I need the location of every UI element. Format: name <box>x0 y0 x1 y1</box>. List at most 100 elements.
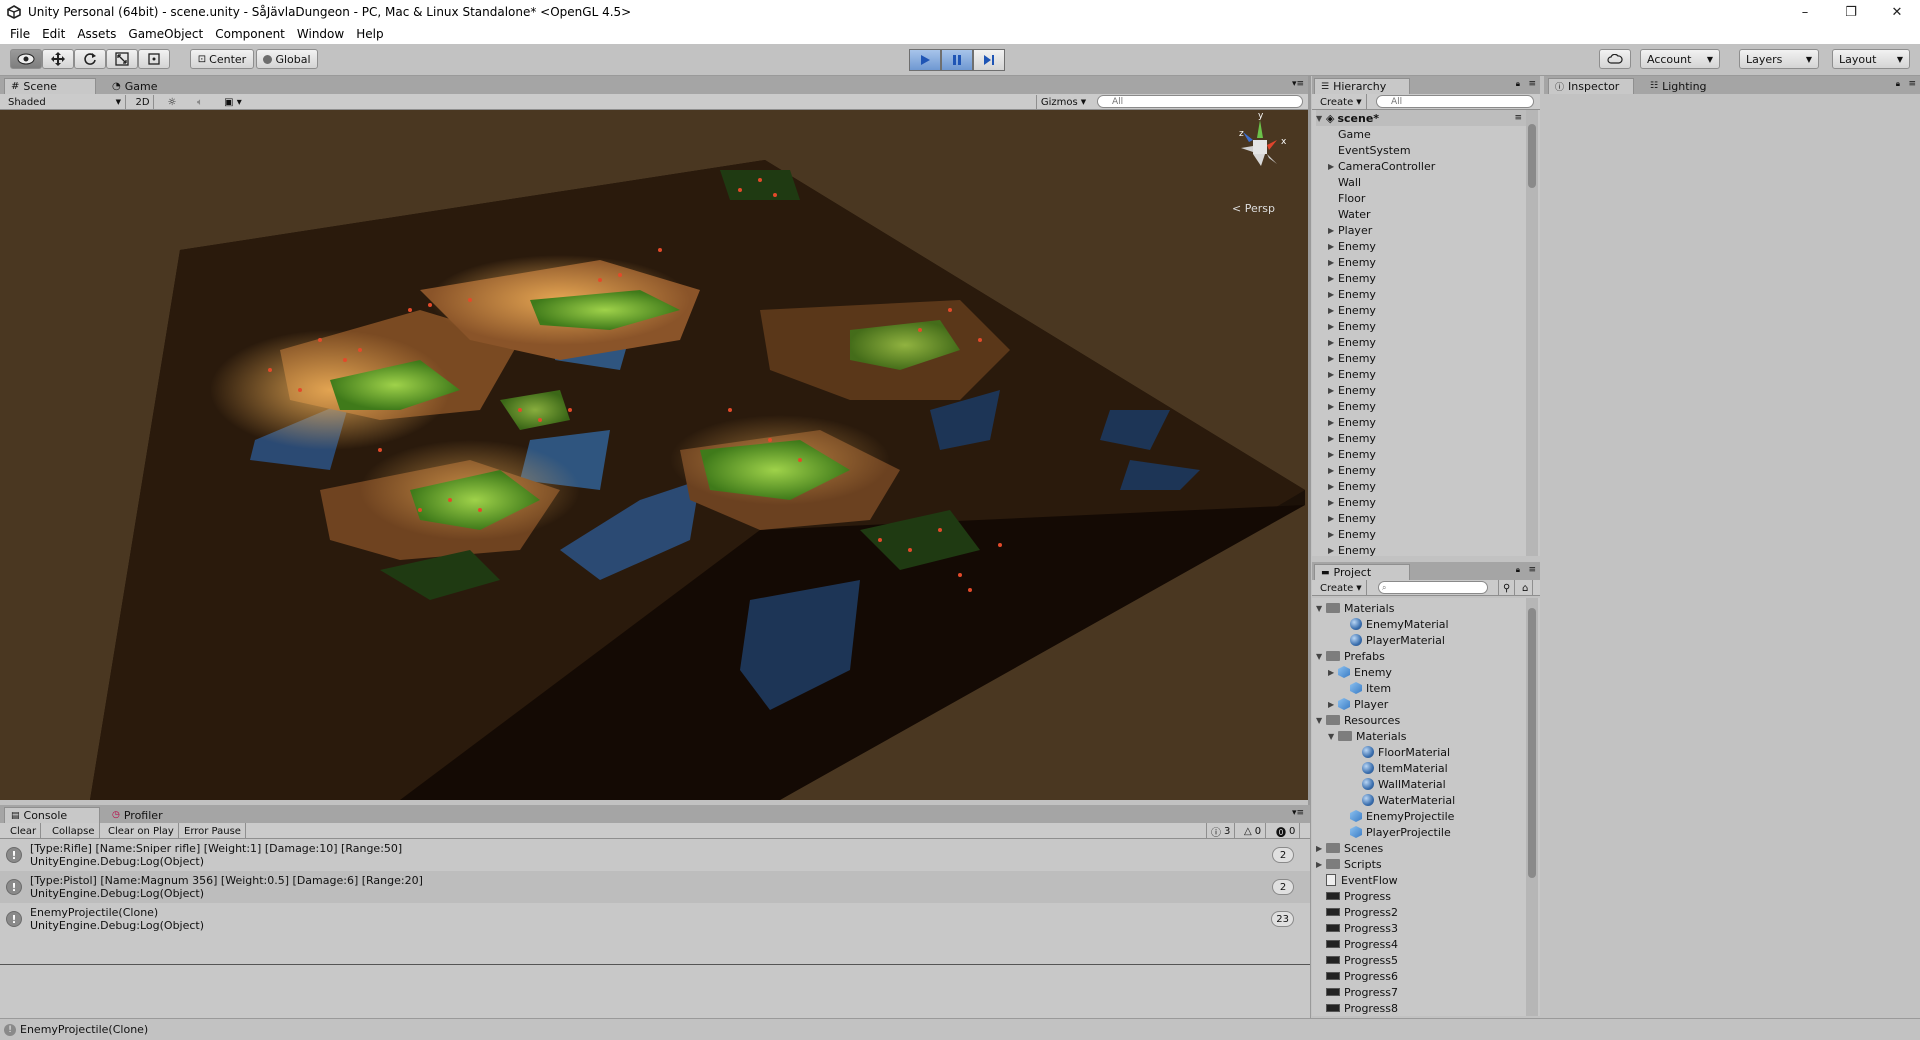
expand-arrow-icon[interactable]: ▼ <box>1316 604 1326 613</box>
expand-arrow-icon[interactable]: ▶ <box>1328 482 1338 491</box>
project-item[interactable]: ▼ Prefabs <box>1316 648 1385 664</box>
hierarchy-item[interactable]: ▶ Enemy <box>1328 430 1524 446</box>
collapse-button[interactable]: Collapse <box>48 823 100 839</box>
expand-arrow-icon[interactable]: ▶ <box>1328 258 1338 267</box>
menu-file[interactable]: File <box>4 27 36 41</box>
rotate-tool-button[interactable] <box>74 49 106 69</box>
step-button[interactable] <box>973 49 1005 71</box>
hierarchy-item[interactable]: ▶ Enemy <box>1328 286 1524 302</box>
hierarchy-item[interactable]: ▶ Enemy <box>1328 446 1524 462</box>
project-item[interactable]: EventFlow <box>1316 872 1398 888</box>
console-log-row[interactable]: ! [Type:Rifle] [Name:Sniper rifle] [Weig… <box>0 839 1310 871</box>
project-item[interactable]: FloorMaterial <box>1352 744 1450 760</box>
error-pause-button[interactable]: Error Pause <box>180 823 246 839</box>
console-detail-pane[interactable] <box>0 965 1310 1018</box>
move-tool-button[interactable] <box>42 49 74 69</box>
hierarchy-item[interactable]: ▶ Enemy <box>1328 254 1524 270</box>
hierarchy-scrollbar[interactable] <box>1526 110 1538 556</box>
menu-component[interactable]: Component <box>209 27 291 41</box>
project-item[interactable]: Progress <box>1316 888 1391 904</box>
hierarchy-item[interactable]: ▶ Enemy <box>1328 398 1524 414</box>
scale-tool-button[interactable] <box>106 49 138 69</box>
hierarchy-item[interactable]: ▶ Enemy <box>1328 510 1524 526</box>
project-item[interactable]: ItemMaterial <box>1352 760 1448 776</box>
expand-arrow-icon[interactable]: ▶ <box>1328 306 1338 315</box>
hierarchy-item[interactable]: Wall <box>1328 174 1524 190</box>
tab-profiler[interactable]: ◷ Profiler <box>106 807 186 823</box>
project-scrollbar[interactable] <box>1526 598 1538 1016</box>
project-item[interactable]: PlayerProjectile <box>1340 824 1451 840</box>
shading-mode-dropdown[interactable]: Shaded ▼ <box>8 95 126 109</box>
menu-help[interactable]: Help <box>350 27 389 41</box>
hierarchy-item[interactable]: ▶ Enemy <box>1328 238 1524 254</box>
expand-arrow-icon[interactable]: ▶ <box>1328 450 1338 459</box>
hierarchy-item[interactable]: Game <box>1328 126 1524 142</box>
hierarchy-item[interactable]: ▶ Enemy <box>1328 382 1524 398</box>
tab-console[interactable]: ▤ Console <box>4 807 100 823</box>
hierarchy-item[interactable]: ▶ Enemy <box>1328 414 1524 430</box>
project-item[interactable]: PlayerMaterial <box>1340 632 1445 648</box>
warning-filter-toggle[interactable]: △ 0 <box>1240 823 1267 839</box>
project-item[interactable]: ▶ Scenes <box>1316 840 1383 856</box>
scroll-thumb[interactable] <box>1528 124 1536 188</box>
expand-arrow-icon[interactable]: ▼ <box>1328 732 1338 741</box>
lighting-toggle-button[interactable]: ☼ <box>162 95 182 109</box>
hierarchy-item[interactable]: ▶ Enemy <box>1328 270 1524 286</box>
project-item[interactable]: ▶ Player <box>1328 696 1388 712</box>
expand-arrow-icon[interactable]: ▶ <box>1328 290 1338 299</box>
lock-icon[interactable]: 🔒︎ <box>1896 79 1900 89</box>
layout-dropdown[interactable]: Layout ▼ <box>1832 49 1910 69</box>
pivot-toggle-button[interactable]: ⊡ Center <box>190 49 254 69</box>
project-item[interactable]: Progress6 <box>1316 968 1398 984</box>
scene-viewport[interactable]: y x z < Persp <box>0 110 1310 800</box>
expand-arrow-icon[interactable]: ▶ <box>1328 162 1338 171</box>
panel-menu-icon[interactable]: ≡ <box>1528 565 1536 575</box>
expand-arrow-icon[interactable]: ▶ <box>1328 242 1338 251</box>
expand-arrow-icon[interactable]: ▶ <box>1328 466 1338 475</box>
panel-menu-icon[interactable]: ▾≡ <box>1292 808 1304 818</box>
hierarchy-item[interactable]: ▶ Enemy <box>1328 462 1524 478</box>
expand-arrow-icon[interactable]: ▶ <box>1328 370 1338 379</box>
project-search-input[interactable]: ⌕ <box>1378 581 1488 594</box>
expand-arrow-icon[interactable]: ▶ <box>1328 386 1338 395</box>
project-item[interactable]: Progress5 <box>1316 952 1398 968</box>
menu-window[interactable]: Window <box>291 27 350 41</box>
console-log-row[interactable]: ! [Type:Pistol] [Name:Magnum 356] [Weigh… <box>0 871 1310 903</box>
message-filter-toggle[interactable]: ⓘ 3 <box>1206 823 1236 839</box>
tab-lighting[interactable]: ☷ Lighting <box>1644 78 1724 94</box>
play-button[interactable] <box>909 49 941 71</box>
gizmos-dropdown[interactable]: Gizmos ▼ <box>1036 95 1090 109</box>
console-log-row[interactable]: ! EnemyProjectile(Clone) UnityEngine.Deb… <box>0 903 1310 935</box>
hierarchy-item[interactable]: Water <box>1328 206 1524 222</box>
expand-arrow-icon[interactable]: ▶ <box>1328 338 1338 347</box>
persp-toggle[interactable]: < Persp <box>1232 202 1275 215</box>
layers-dropdown[interactable]: Layers ▼ <box>1739 49 1819 69</box>
clear-button[interactable]: Clear <box>6 823 42 839</box>
panel-menu-icon[interactable]: ▾≡ <box>1292 79 1304 89</box>
project-item[interactable]: Progress7 <box>1316 984 1398 1000</box>
hierarchy-item[interactable]: ▶ Player <box>1328 222 1524 238</box>
space-toggle-button[interactable]: Global <box>256 49 318 69</box>
hierarchy-item[interactable]: Floor <box>1328 190 1524 206</box>
expand-arrow-icon[interactable]: ▶ <box>1328 226 1338 235</box>
project-item[interactable]: Item <box>1340 680 1391 696</box>
expand-arrow-icon[interactable]: ▶ <box>1328 514 1338 523</box>
project-item[interactable]: EnemyMaterial <box>1340 616 1449 632</box>
filter-by-type-button[interactable]: ⚲ <box>1498 580 1516 596</box>
effects-dropdown[interactable]: ▣ ▾ <box>218 95 248 109</box>
project-item[interactable]: ▶ Scripts <box>1316 856 1382 872</box>
orientation-gizmo[interactable]: y x z <box>1225 110 1295 190</box>
hierarchy-search-input[interactable]: All <box>1376 95 1534 108</box>
tab-hierarchy[interactable]: ☰ Hierarchy <box>1314 78 1410 94</box>
error-filter-toggle[interactable]: ⓿0 <box>1272 823 1301 839</box>
expand-arrow-icon[interactable]: ▶ <box>1328 402 1338 411</box>
menu-assets[interactable]: Assets <box>71 27 122 41</box>
audio-toggle-button[interactable]: 🔈︎ <box>190 95 210 109</box>
hierarchy-create-dropdown[interactable]: Create ▼ <box>1316 94 1367 110</box>
hierarchy-item[interactable]: ▶ Enemy <box>1328 350 1524 366</box>
hierarchy-item[interactable]: ▶ Enemy <box>1328 542 1524 557</box>
expand-arrow-icon[interactable]: ▶ <box>1328 274 1338 283</box>
project-item[interactable]: Progress3 <box>1316 920 1398 936</box>
pause-button[interactable] <box>941 49 973 71</box>
panel-menu-icon[interactable]: ≡ <box>1528 79 1536 89</box>
